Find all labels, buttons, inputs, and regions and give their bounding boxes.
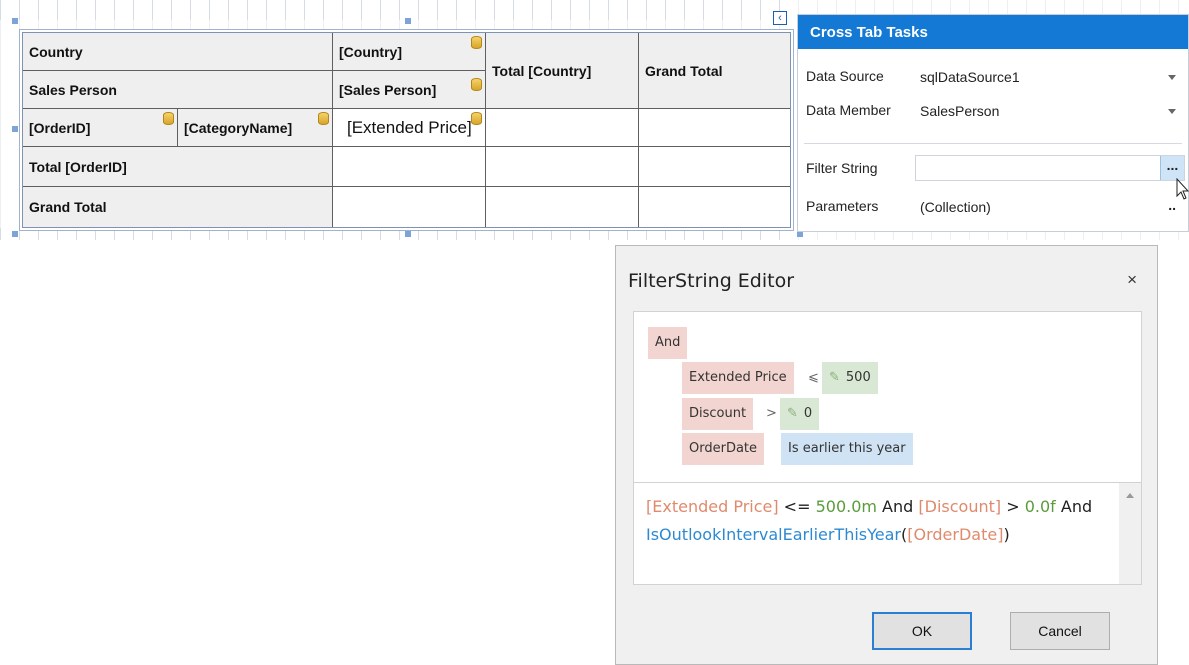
- data-cell-total[interactable]: [486, 109, 639, 147]
- filterstring-editor-dialog: FilterString Editor × And Extended Price…: [615, 245, 1158, 665]
- condition-value-text: 500: [845, 370, 871, 385]
- close-icon[interactable]: ×: [1127, 270, 1137, 290]
- scroll-up-icon[interactable]: [1126, 493, 1134, 498]
- parameters-row: Parameters (Collection) ..: [798, 191, 1188, 221]
- bottom-band: [0, 228, 790, 240]
- condition-operator[interactable]: ⩽: [804, 362, 823, 394]
- chevron-left-icon[interactable]: ‹: [773, 11, 787, 25]
- panel-title: Cross Tab Tasks: [798, 15, 1188, 49]
- row-field-categoryname[interactable]: [CategoryName]: [178, 109, 333, 147]
- chevron-down-icon[interactable]: [1168, 109, 1176, 114]
- column-field-sales-person[interactable]: [Sales Person]: [333, 71, 486, 109]
- ok-button[interactable]: OK: [872, 612, 972, 650]
- condition-operator[interactable]: >: [762, 398, 781, 430]
- data-member-label: Data Member: [806, 102, 891, 118]
- pencil-icon: ✎: [787, 406, 798, 421]
- expr-keyword: And: [1055, 497, 1093, 516]
- expr-number: 500.0m: [815, 497, 877, 516]
- data-source-value: sqlDataSource1: [920, 69, 1020, 85]
- vertical-scrollbar[interactable]: [1119, 483, 1141, 584]
- pencil-icon: ✎: [829, 370, 840, 385]
- data-source-row: Data Source sqlDataSource1: [798, 61, 1188, 91]
- database-icon: [318, 112, 329, 125]
- data-cell-extended-price[interactable]: [Extended Price]: [333, 109, 486, 147]
- expr-field: [Extended Price]: [646, 497, 779, 516]
- expr-paren: ): [1003, 525, 1010, 544]
- expr-field: [Discount]: [918, 497, 1002, 516]
- cancel-button[interactable]: Cancel: [1010, 612, 1110, 650]
- row-field-orderid[interactable]: [OrderID]: [23, 109, 178, 147]
- parameters-button[interactable]: ..: [1168, 197, 1176, 213]
- expr-function: IsOutlookIntervalEarlierThisYear: [646, 525, 901, 544]
- data-source-select[interactable]: sqlDataSource1: [915, 63, 1185, 89]
- expr-field: [OrderDate]: [907, 525, 1004, 544]
- condition-value-text: 0: [803, 406, 813, 421]
- data-member-value: SalesPerson: [920, 103, 1000, 119]
- grand-total-cell[interactable]: [486, 187, 639, 227]
- expr-number: 0.0f: [1024, 497, 1056, 516]
- chevron-down-icon[interactable]: [1168, 75, 1176, 80]
- filter-string-label: Filter String: [806, 160, 878, 176]
- top-band: [0, 0, 790, 20]
- condition-operator[interactable]: Is earlier this year: [781, 433, 913, 465]
- grand-total-cell[interactable]: [639, 187, 790, 227]
- column-field-country[interactable]: [Country]: [333, 33, 486, 71]
- selection-handle[interactable]: [405, 18, 411, 24]
- parameters-label: Parameters: [806, 198, 879, 214]
- cross-tab-tasks-panel: Cross Tab Tasks Data Source sqlDataSourc…: [797, 14, 1189, 232]
- cross-tab[interactable]: Country [Country] Total [Country] Grand …: [22, 32, 791, 228]
- condition-field[interactable]: Discount: [682, 398, 754, 430]
- mouse-pointer-icon: [1176, 178, 1189, 200]
- expr-operator: <=: [778, 497, 816, 516]
- row-header-sales-person[interactable]: Sales Person: [23, 71, 333, 109]
- selection-handle[interactable]: [12, 231, 18, 237]
- total-cell[interactable]: [486, 147, 639, 187]
- condition-value[interactable]: ✎ 0: [780, 398, 820, 430]
- total-country-header[interactable]: Total [Country]: [486, 33, 639, 109]
- data-cell-grand-total[interactable]: [639, 109, 790, 147]
- expr-keyword: And: [876, 497, 919, 516]
- grand-total-row-header[interactable]: Grand Total: [23, 187, 333, 227]
- grand-total-cell[interactable]: [333, 187, 486, 227]
- database-icon: [471, 112, 482, 125]
- database-icon: [163, 112, 174, 125]
- total-cell[interactable]: [333, 147, 486, 187]
- data-member-select[interactable]: SalesPerson: [915, 97, 1185, 123]
- selection-handle[interactable]: [12, 18, 18, 24]
- filter-string-row: Filter String ...: [798, 153, 1188, 183]
- data-member-row: Data Member SalesPerson: [798, 97, 1188, 129]
- filter-tree: And Extended Price ⩽ ✎ 500 Discount > ✎ 0 …: [633, 311, 1142, 483]
- filter-editor-button[interactable]: ...: [1160, 156, 1184, 180]
- condition-field[interactable]: Extended Price: [682, 362, 794, 394]
- expression-editor[interactable]: [Extended Price] <= 500.0m And [Discount…: [633, 483, 1142, 585]
- group-operator-and[interactable]: And: [648, 327, 688, 359]
- filter-string-input[interactable]: ...: [915, 155, 1185, 181]
- condition-value[interactable]: ✎ 500: [822, 362, 878, 394]
- selection-handle[interactable]: [405, 231, 411, 237]
- database-icon: [471, 36, 482, 49]
- data-source-label: Data Source: [806, 68, 884, 84]
- grand-total-header[interactable]: Grand Total: [639, 33, 790, 109]
- row-header-country[interactable]: Country: [23, 33, 333, 71]
- divider: [804, 143, 1182, 144]
- parameters-value: (Collection): [920, 199, 991, 215]
- parameters-field[interactable]: (Collection) ..: [915, 193, 1185, 219]
- total-orderid-header[interactable]: Total [OrderID]: [23, 147, 333, 187]
- total-cell[interactable]: [639, 147, 790, 187]
- condition-field[interactable]: OrderDate: [682, 433, 765, 465]
- expr-operator: >: [1001, 497, 1025, 516]
- database-icon: [471, 78, 482, 91]
- dialog-title: FilterString Editor: [628, 270, 795, 292]
- selection-handle[interactable]: [12, 126, 18, 132]
